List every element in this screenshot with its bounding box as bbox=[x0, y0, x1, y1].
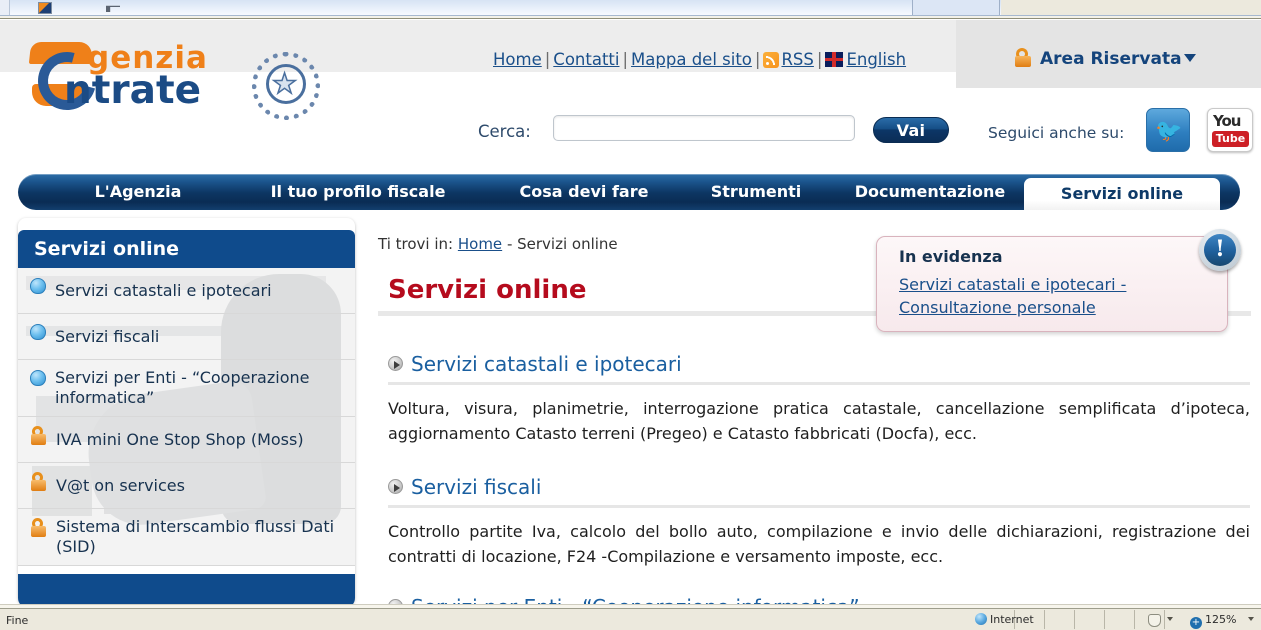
area-riservata-label: Area Riservata bbox=[1040, 49, 1182, 69]
page-viewport: genzia ntrate ★ Home | Contatti | Mappa del … bbox=[0, 20, 1261, 608]
youtube-icon[interactable]: You Tube bbox=[1207, 108, 1253, 152]
utility-link-mappa[interactable]: Mappa del sito bbox=[631, 50, 752, 69]
chrome-separator bbox=[0, 16, 1261, 19]
utility-link-home[interactable]: Home bbox=[493, 50, 542, 69]
breadcrumb-current: Servizi online bbox=[517, 235, 618, 253]
sidebar-item-servizi-enti[interactable]: Servizi per Enti - “Cooperazione informa… bbox=[18, 360, 355, 417]
section-servizi-catastali: Servizi catastali e ipotecari Voltura, v… bbox=[388, 352, 1250, 447]
main-navigation: L'Agenzia Il tuo profilo fiscale Cosa de… bbox=[18, 174, 1240, 210]
link-separator-3: | bbox=[754, 50, 761, 69]
sidebar-item-spacer bbox=[18, 566, 355, 568]
sidebar-item-label: V@t on services bbox=[56, 475, 185, 495]
breadcrumb-link-home[interactable]: Home bbox=[458, 235, 502, 253]
utility-links: Home | Contatti | Mappa del sito | RSS | English bbox=[493, 50, 906, 69]
lock-icon bbox=[30, 426, 48, 445]
section-heading-label: Servizi catastali e ipotecari bbox=[411, 352, 682, 376]
utility-link-contatti[interactable]: Contatti bbox=[553, 50, 619, 69]
status-message: Fine bbox=[6, 614, 29, 627]
info-exclamation-icon: ! bbox=[1199, 229, 1241, 271]
page-title: Servizi online bbox=[388, 275, 587, 305]
sidebar-item-servizi-fiscali[interactable]: Servizi fiscali bbox=[18, 314, 355, 360]
in-evidenza-link[interactable]: Servizi catastali e ipotecari - Consulta… bbox=[899, 273, 1199, 319]
breadcrumb-prefix: Ti trovi in: bbox=[378, 235, 454, 253]
search-submit-button[interactable]: Vai bbox=[873, 117, 949, 143]
globe-icon bbox=[30, 278, 46, 294]
link-separator-1: | bbox=[544, 50, 551, 69]
nav-item-cosa-devi-fare[interactable]: Cosa devi fare bbox=[484, 174, 684, 210]
section-heading-link[interactable]: Servizi fiscali bbox=[388, 475, 1250, 505]
internet-zone-icon bbox=[975, 613, 987, 625]
link-separator-4: | bbox=[816, 50, 823, 69]
emblem-star: ★ bbox=[271, 67, 298, 100]
sidebar-item-servizi-catastali[interactable]: Servizi catastali e ipotecari bbox=[18, 268, 355, 314]
zoom-magnifier-icon: + bbox=[1190, 617, 1202, 629]
browser-status-bar: Fine Internet +125% bbox=[0, 608, 1261, 630]
sidebar-item-sid[interactable]: Sistema di Interscambio flussi Dati (SID… bbox=[18, 509, 355, 566]
social-follow-label: Seguici anche su: bbox=[988, 124, 1125, 142]
lock-icon bbox=[1013, 48, 1033, 68]
nav-item-strumenti[interactable]: Strumenti bbox=[682, 174, 830, 210]
security-zone-label: Internet bbox=[990, 613, 1034, 626]
lock-icon bbox=[30, 472, 48, 491]
nav-item-profilo-fiscale[interactable]: Il tuo profilo fiscale bbox=[244, 174, 472, 210]
site-logo[interactable]: genzia ntrate ★ bbox=[22, 34, 322, 121]
utility-link-english[interactable]: English bbox=[846, 50, 906, 69]
protected-mode-dropdown-arrow[interactable] bbox=[1167, 617, 1173, 621]
chevron-down-icon bbox=[1183, 54, 1196, 62]
info-badge-glyph: ! bbox=[1204, 234, 1236, 266]
zoom-level-indicator[interactable]: +125% bbox=[1190, 613, 1236, 629]
site-favicon-icon bbox=[38, 2, 52, 14]
globe-icon bbox=[30, 324, 46, 340]
sidebar-item-label: Servizi catastali e ipotecari bbox=[55, 280, 272, 300]
utility-link-rss[interactable]: RSS bbox=[781, 50, 813, 69]
sidebar-item-iva-moss[interactable]: IVA mini One Stop Shop (Moss) bbox=[18, 417, 355, 463]
play-bullet-icon bbox=[388, 479, 403, 494]
security-zone-indicator[interactable]: Internet bbox=[975, 613, 1034, 626]
sidebar-item-label: Servizi fiscali bbox=[55, 326, 160, 346]
breadcrumb-separator: - bbox=[506, 235, 513, 253]
zoom-dropdown-arrow[interactable] bbox=[1248, 617, 1254, 621]
section-heading-link[interactable]: Servizi catastali e ipotecari bbox=[388, 352, 1250, 382]
nav-item-lagenzia[interactable]: L'Agenzia bbox=[38, 174, 238, 210]
logo-text-entrate: ntrate bbox=[64, 68, 202, 113]
tab-title-stub bbox=[106, 5, 120, 12]
sidebar-item-label: Sistema di Interscambio flussi Dati (SID… bbox=[56, 517, 335, 556]
twitter-icon[interactable]: 🐦 bbox=[1146, 108, 1190, 152]
youtube-tube-text: Tube bbox=[1212, 131, 1249, 147]
in-evidenza-box: In evidenza Servizi catastali e ipotecar… bbox=[876, 236, 1228, 332]
zoom-level-label: 125% bbox=[1205, 613, 1237, 626]
sidebar-item-vat-on-services[interactable]: V@t on services bbox=[18, 463, 355, 509]
twitter-bird-glyph: 🐦 bbox=[1155, 119, 1183, 144]
youtube-you-text: You bbox=[1213, 112, 1241, 130]
nav-item-documentazione[interactable]: Documentazione bbox=[824, 174, 1036, 210]
browser-tab-strip[interactable] bbox=[0, 0, 1261, 16]
breadcrumb: Ti trovi in: Home - Servizi online bbox=[378, 235, 618, 253]
italian-republic-emblem-icon: ★ bbox=[250, 50, 322, 122]
sidebar-item-label: IVA mini One Stop Shop (Moss) bbox=[56, 429, 304, 449]
globe-icon bbox=[30, 370, 46, 386]
sidebar-items: Servizi catastali e ipotecari Servizi fi… bbox=[18, 268, 355, 568]
search-label: Cerca: bbox=[478, 122, 531, 141]
area-riservata-button[interactable]: Area Riservata bbox=[1013, 48, 1196, 69]
play-bullet-icon bbox=[388, 356, 403, 371]
protected-mode-icon bbox=[1148, 614, 1161, 627]
section-body-text: Voltura, visura, planimetrie, interrogaz… bbox=[388, 399, 1250, 443]
section-heading-label: Servizi fiscali bbox=[411, 475, 542, 499]
section-servizi-fiscali: Servizi fiscali Controllo partite Iva, c… bbox=[388, 475, 1250, 570]
rss-icon[interactable] bbox=[763, 52, 780, 68]
nav-item-servizi-online[interactable]: Servizi online bbox=[1024, 178, 1220, 210]
tab-strip-filler bbox=[1001, 0, 1261, 15]
section-body-text: Controllo partite Iva, calcolo del bollo… bbox=[388, 522, 1250, 566]
sidebar-title: Servizi online bbox=[18, 230, 355, 268]
in-evidenza-title: In evidenza bbox=[899, 247, 1003, 266]
lock-icon bbox=[30, 518, 48, 537]
link-separator-2: | bbox=[622, 50, 629, 69]
uk-flag-icon[interactable] bbox=[825, 52, 844, 67]
tab-left-edge bbox=[0, 0, 10, 15]
search-input[interactable] bbox=[553, 115, 855, 141]
new-tab-button[interactable] bbox=[912, 0, 1000, 15]
sidebar-item-label: Servizi per Enti - “Cooperazione informa… bbox=[55, 368, 310, 407]
sidebar-footer-bar bbox=[18, 574, 355, 608]
sidebar: Servizi online Servizi catastali e ipote… bbox=[18, 218, 355, 608]
